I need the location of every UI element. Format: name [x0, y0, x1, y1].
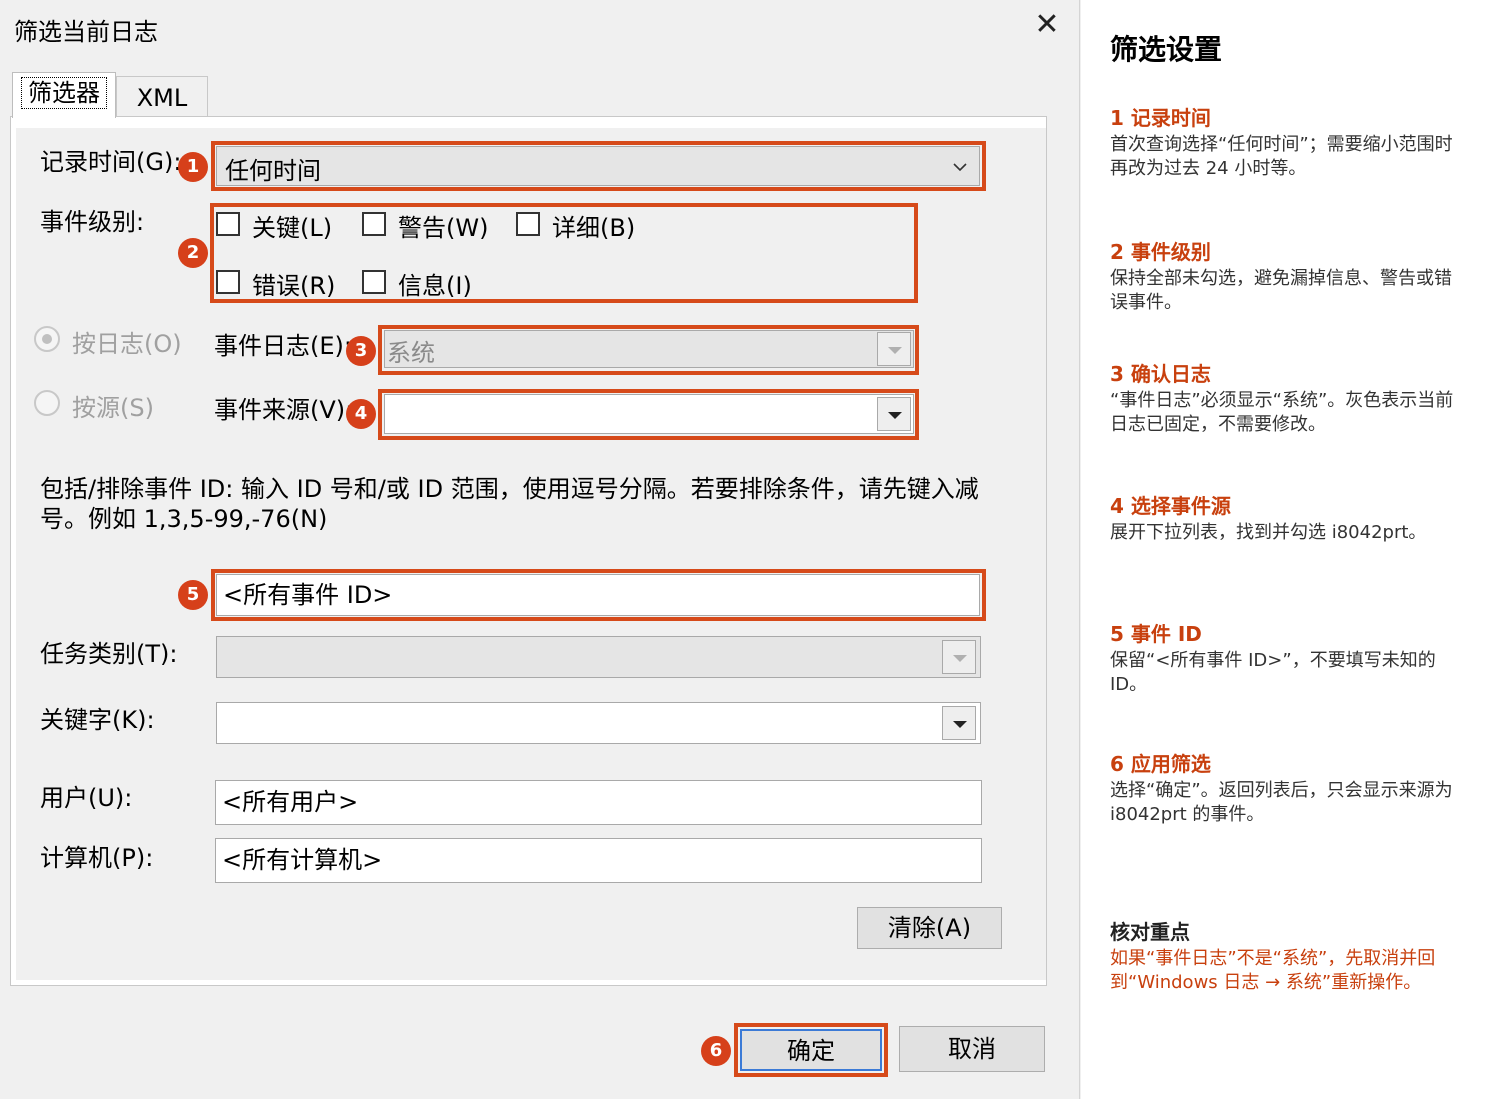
tab-filter[interactable]: 筛选器 — [12, 72, 116, 118]
event-level-label: 事件级别: — [40, 208, 145, 236]
badge-5: 5 — [178, 580, 208, 610]
step-3-heading: 3 确认日志 — [1110, 362, 1211, 386]
event-source-label: 事件来源(V): — [214, 396, 354, 424]
keywords-label: 关键字(K): — [40, 706, 155, 734]
tab-xml[interactable]: XML — [116, 76, 208, 116]
note-heading: 核对重点 — [1110, 920, 1190, 944]
callout-event-source — [378, 389, 919, 440]
tab-filter-label: 筛选器 — [21, 77, 107, 109]
radio-by-source[interactable] — [34, 390, 60, 416]
radio-by-source-label: 按源(S) — [72, 394, 154, 422]
callout-event-id — [211, 569, 986, 621]
user-label: 用户(U): — [40, 784, 133, 812]
radio-by-log-label: 按日志(O) — [72, 330, 182, 358]
radio-by-log[interactable] — [34, 326, 60, 352]
computer-label: 计算机(P): — [40, 844, 154, 872]
clear-button[interactable]: 清除(A) — [857, 907, 1002, 949]
computer-input[interactable]: <所有计算机> — [215, 838, 982, 883]
callout-record-time — [211, 141, 986, 191]
task-category-dropdown-icon — [942, 640, 976, 674]
dialog-title: 筛选当前日志 — [14, 18, 158, 46]
badge-1: 1 — [178, 152, 208, 182]
instructions-title: 筛选设置 — [1110, 33, 1223, 66]
callout-event-level — [210, 203, 918, 303]
record-time-label: 记录时间(G): — [40, 148, 182, 176]
step-1-heading: 1 记录时间 — [1110, 106, 1211, 130]
callout-ok — [734, 1023, 888, 1077]
step-2-text: 保持全部未勾选，避免漏掉信息、警告或错误事件。 — [1110, 268, 1452, 313]
keywords-dropdown-icon[interactable] — [942, 706, 976, 740]
cancel-button[interactable]: 取消 — [899, 1026, 1045, 1072]
step-2-heading: 2 事件级别 — [1110, 240, 1211, 264]
step-1-text: 首次查询选择“任何时间”；需要缩小范围时再改为过去 24 小时等。 — [1110, 134, 1453, 179]
step-4-text: 展开下拉列表，找到并勾选 i8042prt。 — [1110, 522, 1427, 543]
keywords-select[interactable] — [216, 702, 981, 744]
user-input[interactable]: <所有用户> — [215, 780, 982, 825]
note-text: 如果“事件日志”不是“系统”，先取消并回到“Windows 日志 → 系统”重新… — [1110, 948, 1436, 993]
event-id-hint: 包括/排除事件 ID: 输入 ID 号和/或 ID 范围，使用逗号分隔。若要排除… — [40, 475, 979, 533]
task-category-label: 任务类别(T): — [40, 640, 178, 668]
badge-2: 2 — [178, 238, 208, 268]
badge-6: 6 — [701, 1036, 731, 1066]
task-category-select — [216, 636, 981, 678]
step-4-heading: 4 选择事件源 — [1110, 494, 1231, 518]
step-3-text: “事件日志”必须显示“系统”。灰色表示当前日志已固定，不需要修改。 — [1110, 390, 1454, 435]
callout-event-log — [378, 325, 919, 375]
step-5-text: 保留“<所有事件 ID>”，不要填写未知的 ID。 — [1110, 650, 1436, 695]
badge-3: 3 — [346, 336, 376, 366]
badge-4: 4 — [346, 399, 376, 429]
step-6-text: 选择“确定”。返回列表后，只会显示来源为 i8042prt 的事件。 — [1110, 780, 1453, 825]
step-6-heading: 6 应用筛选 — [1110, 752, 1211, 776]
close-icon[interactable]: ✕ — [1030, 8, 1064, 42]
step-5-heading: 5 事件 ID — [1110, 622, 1202, 646]
event-log-label: 事件日志(E): — [214, 332, 352, 360]
